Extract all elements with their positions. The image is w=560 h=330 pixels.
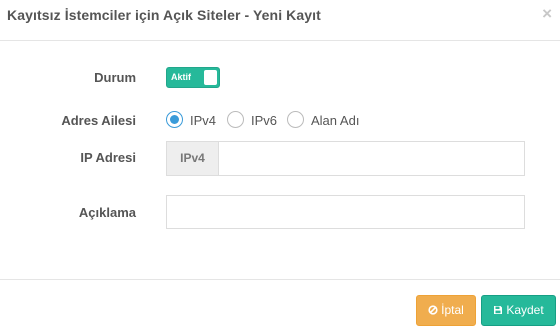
ip-address-addon: IPv4: [167, 142, 219, 175]
floppy-disk-icon: [494, 305, 503, 314]
modal-footer: İptal Kaydet: [0, 279, 560, 330]
ban-icon: [428, 305, 438, 315]
save-button[interactable]: Kaydet: [481, 295, 556, 326]
ip-address-label: IP Adresi: [80, 150, 136, 165]
ip-address-input[interactable]: [220, 142, 524, 175]
cancel-button[interactable]: İptal: [416, 295, 476, 326]
radio-ipv6-label[interactable]: IPv6: [251, 113, 277, 128]
radio-ipv4[interactable]: [166, 111, 183, 128]
new-record-modal: Kayıtsız İstemciler için Açık Siteler - …: [0, 0, 560, 330]
status-toggle[interactable]: Aktif: [166, 67, 220, 88]
radio-ipv6[interactable]: [227, 111, 244, 128]
ip-address-input-group: IPv4: [166, 141, 525, 176]
toggle-knob: [204, 70, 217, 85]
description-input[interactable]: [166, 195, 525, 229]
radio-domain[interactable]: [287, 111, 304, 128]
status-label: Durum: [94, 70, 136, 85]
radio-domain-label[interactable]: Alan Adı: [311, 113, 359, 128]
save-button-label: Kaydet: [506, 303, 544, 317]
modal-header: Kayıtsız İstemciler için Açık Siteler - …: [0, 0, 560, 41]
close-icon[interactable]: ×: [542, 5, 552, 22]
radio-ipv4-label[interactable]: IPv4: [190, 113, 216, 128]
cancel-button-label: İptal: [441, 303, 464, 317]
modal-title: Kayıtsız İstemciler için Açık Siteler - …: [7, 7, 321, 23]
status-toggle-text: Aktif: [171, 72, 191, 82]
address-family-label: Adres Ailesi: [61, 113, 136, 128]
description-label: Açıklama: [78, 205, 136, 220]
